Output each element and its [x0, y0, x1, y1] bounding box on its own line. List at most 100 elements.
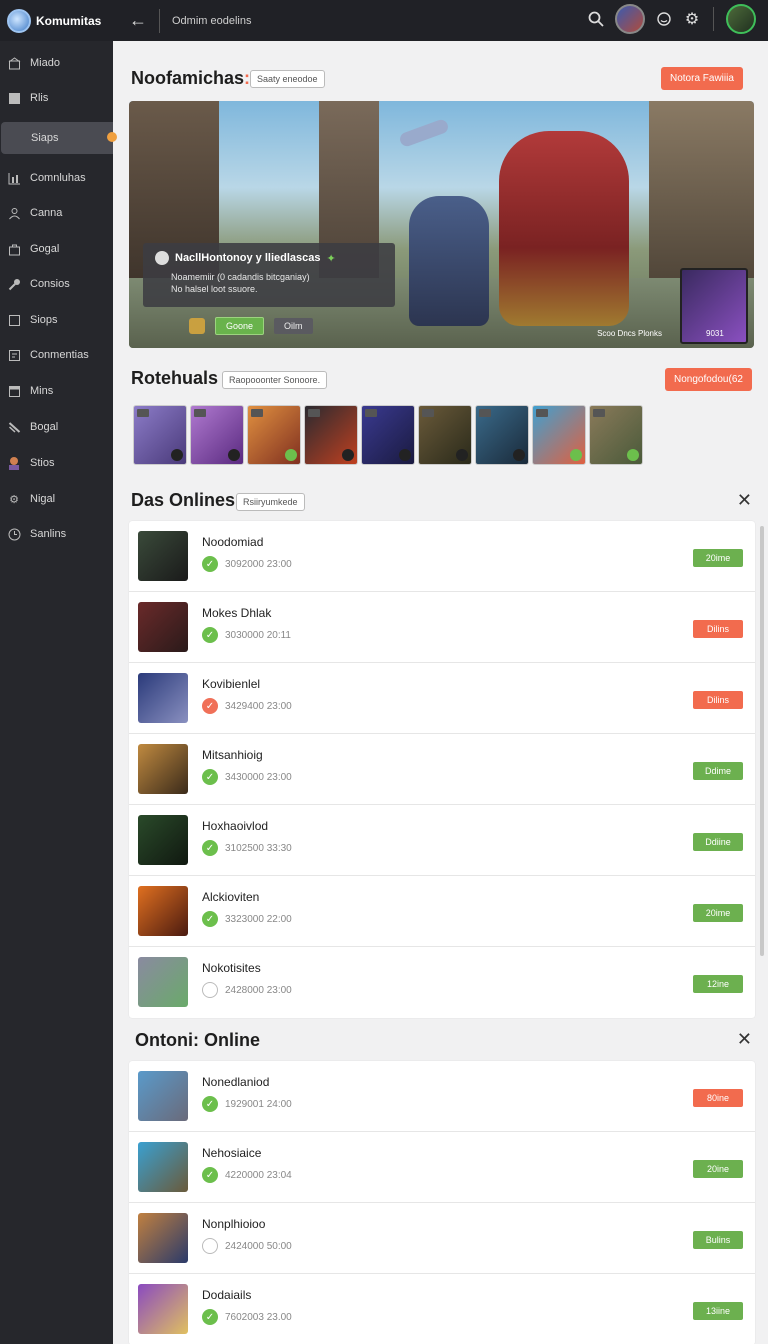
- check-icon: ✓: [202, 698, 218, 714]
- status-badge[interactable]: Bulins: [693, 1231, 743, 1249]
- back-arrow-icon[interactable]: ←: [127, 10, 149, 31]
- check-icon: ✓: [202, 769, 218, 785]
- section-title-rotations: Rotehuals: [131, 368, 219, 388]
- user-avatar[interactable]: [615, 4, 645, 34]
- status-badge[interactable]: 13iine: [693, 1302, 743, 1320]
- avatar: [138, 886, 188, 936]
- profile-avatar[interactable]: [726, 4, 756, 34]
- status-badge[interactable]: Dilins: [693, 620, 743, 638]
- people-icon: [7, 206, 21, 220]
- rotations-cta-button[interactable]: Nongofodou(62: [665, 368, 752, 391]
- tag-icon: [422, 409, 434, 417]
- rotation-thumb[interactable]: [361, 405, 415, 465]
- sidebar-item-consios[interactable]: Consios: [0, 268, 113, 300]
- list-item[interactable]: Nehosiaice ✓ 4220000 23:04 20ine: [129, 1132, 755, 1203]
- player-time: 7602003 23.00: [225, 1311, 292, 1323]
- hero-thumb-label: 9031: [706, 329, 724, 338]
- square-icon: [7, 313, 21, 327]
- das-onlines-list: Noodomiad ✓ 3092000 23:00 20ime Mokes Dhlak ✓…: [129, 521, 755, 1018]
- sidebar-item-bogal[interactable]: Bogal: [0, 411, 113, 443]
- tag-icon: [251, 409, 263, 417]
- list-item[interactable]: Nokotisites 2428000 23:00 12ine: [129, 947, 755, 1018]
- gear-icon[interactable]: ⚙: [683, 10, 701, 28]
- list-item[interactable]: Noodomiad ✓ 3092000 23:00 20ime: [129, 521, 755, 592]
- divider: [713, 7, 714, 31]
- hero-preview-thumb[interactable]: 9031: [680, 268, 748, 344]
- sidebar-item-rlis[interactable]: Rlis: [0, 82, 113, 114]
- list-item[interactable]: Nonedlaniod ✓ 1929001 24:00 80ine: [129, 1061, 755, 1132]
- player-name: Nehosiaice: [202, 1146, 262, 1160]
- hero-primary-button[interactable]: Goone: [215, 317, 265, 335]
- sidebar-item-conmentias[interactable]: Conmentias: [0, 339, 113, 371]
- sidebar-item-siaps[interactable]: Siaps: [1, 122, 117, 154]
- tag-icon: [194, 409, 206, 417]
- status-badge[interactable]: 20ime: [693, 549, 743, 567]
- status-badge[interactable]: 80ine: [693, 1089, 743, 1107]
- status-badge[interactable]: 12ine: [693, 975, 743, 993]
- status-badge[interactable]: 20ime: [693, 904, 743, 922]
- tag-icon: [365, 409, 377, 417]
- hero-banner[interactable]: NacllHontonoy y lliedlascas ✦ Noamemiir …: [129, 101, 754, 348]
- avatar: [138, 815, 188, 865]
- rotation-thumb[interactable]: [532, 405, 586, 465]
- list-item[interactable]: Hoxhaoivlod ✓ 3102500 33:30 Ddiine: [129, 805, 755, 876]
- status-badge[interactable]: Ddiine: [693, 833, 743, 851]
- section-title-das-onlines: Das Onlines: [131, 490, 236, 510]
- sidebar-item-nigal[interactable]: ⚙ Nigal: [0, 483, 113, 515]
- sidebar-item-sanlins[interactable]: Sanlins: [0, 518, 113, 550]
- sidebar-item-stios[interactable]: Stios: [0, 447, 113, 479]
- sidebar-item-siops[interactable]: Siops: [0, 304, 113, 336]
- logo-icon: [7, 8, 31, 33]
- list-item[interactable]: Mokes Dhlak ✓ 3030000 20:11 Dilins: [129, 592, 755, 663]
- check-icon: [171, 449, 183, 461]
- sidebar-item-mins[interactable]: Mins: [0, 375, 113, 407]
- brand[interactable]: Komumitas: [0, 0, 113, 41]
- status-badge[interactable]: 20ine: [693, 1160, 743, 1178]
- list-item[interactable]: Mitsanhioig ✓ 3430000 23:00 Ddime: [129, 734, 755, 805]
- featured-filter-chip[interactable]: Saaty eneodoe: [250, 70, 325, 88]
- sidebar-item-label: Canna: [30, 207, 63, 219]
- divider: [159, 8, 160, 33]
- avatar: [138, 957, 188, 1007]
- sidebar-item-comnluhas[interactable]: Comnluhas: [0, 162, 113, 194]
- box-icon: [7, 91, 21, 105]
- featured-cta-button[interactable]: Notora Fawiiia: [661, 67, 743, 90]
- tag-icon: [536, 409, 548, 417]
- rotation-thumb[interactable]: [247, 405, 301, 465]
- rotations-filter-chip[interactable]: Raopooonter Sonoore.: [222, 371, 328, 389]
- smiley-icon[interactable]: [655, 10, 673, 28]
- rotation-thumb[interactable]: [475, 405, 529, 465]
- sidebar-item-label: Mins: [30, 385, 54, 397]
- hero-info-card: NacllHontonoy y lliedlascas ✦ Noamemiir …: [143, 243, 395, 307]
- close-icon[interactable]: ✕: [737, 490, 752, 511]
- close-icon[interactable]: ✕: [737, 1029, 752, 1050]
- player-time: 2428000 23:00: [225, 984, 292, 996]
- rotation-thumb[interactable]: [190, 405, 244, 465]
- check-icon: ✓: [202, 1309, 218, 1325]
- list-item[interactable]: Kovibienlel ✓ 3429400 23:00 Dilins: [129, 663, 755, 734]
- list-item[interactable]: Alckioviten ✓ 3323000 22:00 20ime: [129, 876, 755, 947]
- game-icon: [155, 251, 169, 265]
- search-icon[interactable]: [587, 10, 605, 28]
- player-status-line: ✓ 3430000 23:00: [202, 769, 292, 785]
- sidebar-item-miado[interactable]: Miado: [0, 47, 113, 79]
- sidebar-item-gogal[interactable]: Gogal: [0, 233, 113, 265]
- status-badge[interactable]: Dilins: [693, 691, 743, 709]
- status-badge[interactable]: Ddime: [693, 762, 743, 780]
- rotation-thumb[interactable]: [133, 405, 187, 465]
- rotation-thumb[interactable]: [589, 405, 643, 465]
- list-item[interactable]: Nonplhioioo 2424000 50:00 Bulins: [129, 1203, 755, 1274]
- leaf-icon: ✦: [326, 252, 336, 265]
- list-item[interactable]: Dodaiails ✓ 7602003 23.00 13iine: [129, 1274, 755, 1344]
- avatar: [138, 744, 188, 794]
- das-onlines-filter-chip[interactable]: Rsiiryumkede: [236, 493, 305, 511]
- sidebar-item-canna[interactable]: Canna: [0, 197, 113, 229]
- rotation-thumb[interactable]: [304, 405, 358, 465]
- avatar-icon: [7, 456, 21, 470]
- hero-secondary-button[interactable]: Oilm: [274, 318, 313, 334]
- rotation-thumb[interactable]: [418, 405, 472, 465]
- sidebar-item-label: Comnluhas: [30, 172, 86, 184]
- player-time: 3323000 22:00: [225, 913, 292, 925]
- scrollbar[interactable]: [760, 526, 764, 956]
- check-icon: [285, 449, 297, 461]
